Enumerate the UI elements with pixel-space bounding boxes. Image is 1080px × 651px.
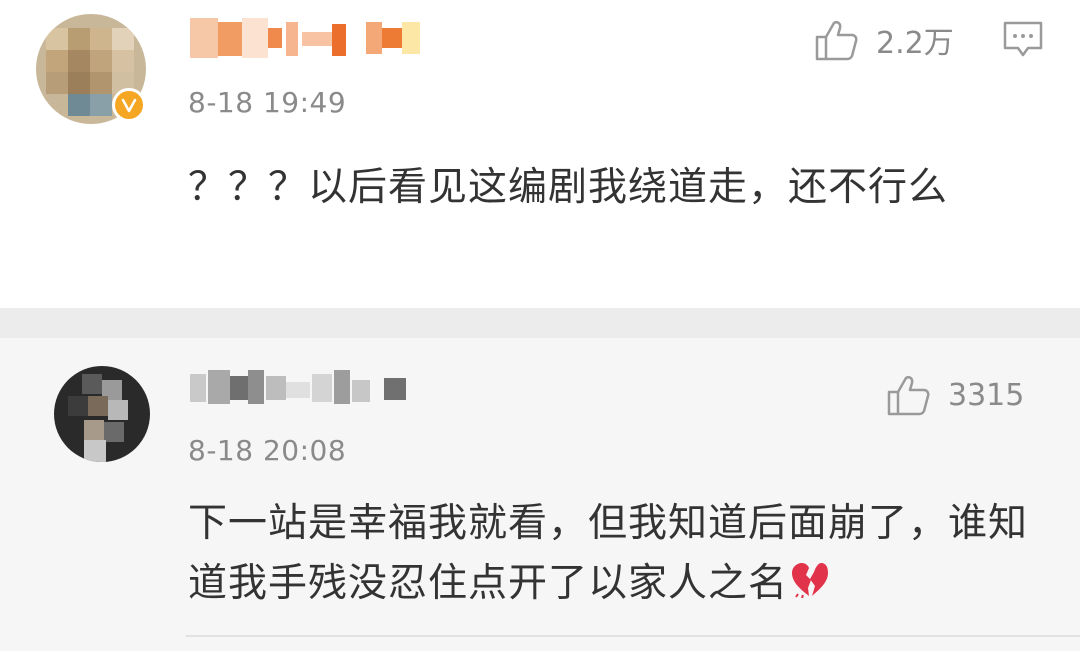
like-count: 2.2万 [876, 26, 954, 61]
username[interactable] [190, 18, 420, 58]
comment-text: 下一站是幸福我就看，但我知道后面崩了，谁知道我手残没忍住点开了以家人之名 [188, 494, 1048, 616]
username[interactable] [190, 368, 420, 408]
comment-text-content: 下一站是幸福我就看，但我知道后面崩了，谁知道我手残没忍住点开了以家人之名 [188, 501, 1029, 606]
divider [186, 635, 1080, 637]
avatar[interactable] [54, 366, 150, 462]
like-button[interactable]: 3315 [886, 374, 1024, 416]
separator [0, 308, 1080, 338]
timestamp: 8-18 19:49 [188, 86, 347, 119]
comment-item[interactable]: 8-18 19:49 2.2万 ？？？以后看见这编剧我绕道走，还不行么 [0, 0, 1080, 308]
broken-heart-icon [790, 556, 830, 616]
comment-bubble-icon[interactable] [1002, 20, 1044, 60]
comment-text: ？？？以后看见这编剧我绕道走，还不行么 [188, 165, 949, 210]
like-button[interactable]: 2.2万 [814, 18, 954, 62]
timestamp: 8-18 20:08 [188, 434, 347, 467]
comment-item[interactable]: 8-18 20:08 3315 下一站是幸福我就看，但我知道后面崩了，谁知道我手… [0, 338, 1080, 651]
thumbs-up-icon [887, 375, 930, 416]
verified-badge-icon [112, 88, 146, 122]
like-count: 3315 [948, 377, 1025, 413]
thumbs-up-icon [815, 20, 858, 61]
